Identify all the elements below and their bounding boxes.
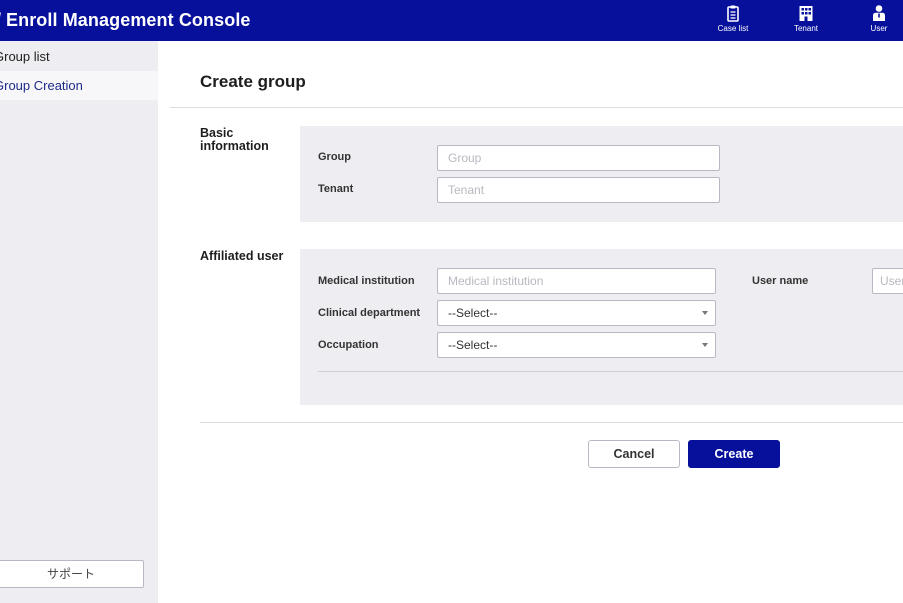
panel-divider [318,371,903,372]
clinical-department-value: --Select-- [448,306,498,320]
nav-case-list-button[interactable]: Case list [708,4,758,38]
nav-user-button[interactable]: User [854,4,903,38]
medical-institution-input[interactable]: Medical institution [437,268,716,294]
main-content: Create group Basic information Group Gro… [158,41,903,603]
occupation-label: Occupation [318,339,379,351]
affiliated-user-heading: Affiliated user [200,249,284,263]
user-icon [871,4,887,22]
cancel-button[interactable]: Cancel [588,440,680,468]
medical-institution-label: Medical institution [318,275,415,287]
user-name-input[interactable]: User name [872,268,903,294]
top-header: /Enroll Management Console Case list [0,0,903,41]
occupation-select[interactable]: --Select-- [437,332,716,358]
clipboard-icon [725,4,741,22]
tenant-input[interactable]: Tenant [437,177,720,203]
affiliated-user-panel: Medical institution Medical institution … [300,249,903,405]
title-divider [170,107,903,108]
clinical-department-label: Clinical department [318,307,421,319]
nav-tenant-button[interactable]: Tenant [781,4,831,38]
create-button[interactable]: Create [688,440,780,468]
sidebar-item-group-creation[interactable]: Group Creation [0,71,158,100]
support-button[interactable]: サポート [0,560,144,588]
app-title-text: Enroll Management Console [6,10,251,30]
chevron-down-icon [702,311,708,315]
occupation-value: --Select-- [448,338,498,352]
sidebar-item-group-list[interactable]: Group list [0,42,158,71]
group-input[interactable]: Group [437,145,720,171]
nav-tenant-label: Tenant [793,24,819,33]
page-title: Create group [200,72,306,91]
basic-information-panel: Group Group Tenant Tenant [300,126,903,222]
nav-user-label: User [870,24,888,33]
sidebar: Group list Group Creation サポート [0,41,158,603]
clinical-department-select[interactable]: --Select-- [437,300,716,326]
tenant-label: Tenant [318,183,354,195]
building-icon [798,4,814,22]
nav-case-list-label: Case list [717,24,749,33]
user-name-label: User name [752,275,809,287]
basic-information-heading: Basic information [200,126,269,153]
group-label: Group [318,151,351,163]
form-divider [200,422,903,423]
chevron-down-icon [702,343,708,347]
app-title: /Enroll Management Console [0,10,251,31]
